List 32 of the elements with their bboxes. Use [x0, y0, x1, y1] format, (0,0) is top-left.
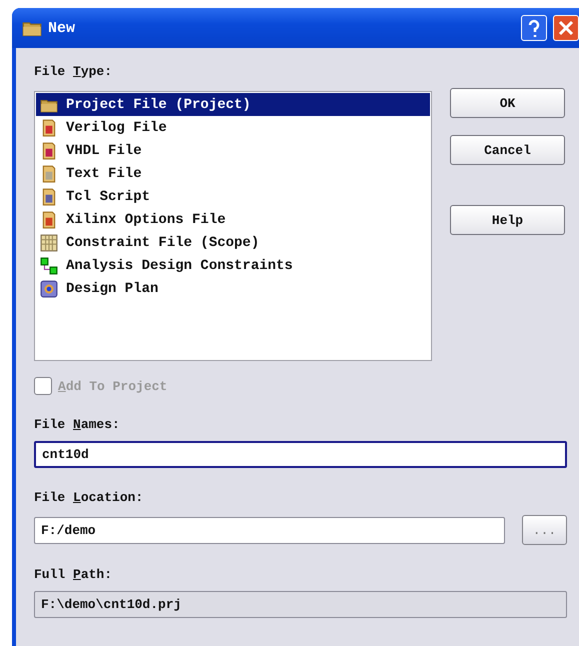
- list-item[interactable]: Verilog File: [36, 116, 430, 139]
- browse-button[interactable]: ...: [522, 515, 567, 545]
- vhdl-file-icon: [40, 142, 58, 160]
- help-icon[interactable]: [521, 15, 547, 41]
- list-item[interactable]: Tcl Script: [36, 185, 430, 208]
- grid-icon: [40, 234, 58, 252]
- text-file-icon: [40, 164, 58, 182]
- close-icon[interactable]: [553, 15, 579, 41]
- linked-squares-icon: [40, 256, 58, 274]
- full-path-label: Full Path:: [34, 567, 114, 582]
- file-type-label: File Type:: [34, 64, 114, 79]
- file-location-label: File Location:: [34, 490, 144, 505]
- script-file-icon: [40, 188, 58, 206]
- list-item[interactable]: Analysis Design Constraints: [36, 254, 430, 277]
- verilog-file-icon: [40, 118, 58, 136]
- list-item[interactable]: VHDL File: [36, 139, 430, 162]
- full-path-field: F:\demo\cnt10d.prj: [34, 591, 567, 618]
- cancel-button[interactable]: Cancel: [450, 135, 565, 165]
- ok-button[interactable]: OK: [450, 88, 565, 118]
- options-file-icon: [40, 210, 58, 228]
- window-title: New: [48, 20, 76, 36]
- list-item[interactable]: Design Plan: [36, 277, 430, 300]
- help-button[interactable]: Help: [450, 205, 565, 235]
- checkbox-label: Add To Project: [58, 378, 168, 394]
- file-names-label: File Names:: [34, 417, 121, 432]
- file-location-field[interactable]: F:/demo: [34, 516, 505, 544]
- list-item[interactable]: Project File (Project): [36, 93, 430, 116]
- list-item[interactable]: Xilinx Options File: [36, 208, 430, 231]
- chip-icon: [40, 280, 58, 298]
- list-item[interactable]: Text File: [36, 162, 430, 185]
- file-name-field[interactable]: cnt10d: [34, 441, 567, 468]
- list-item[interactable]: Constraint File (Scope): [36, 231, 430, 254]
